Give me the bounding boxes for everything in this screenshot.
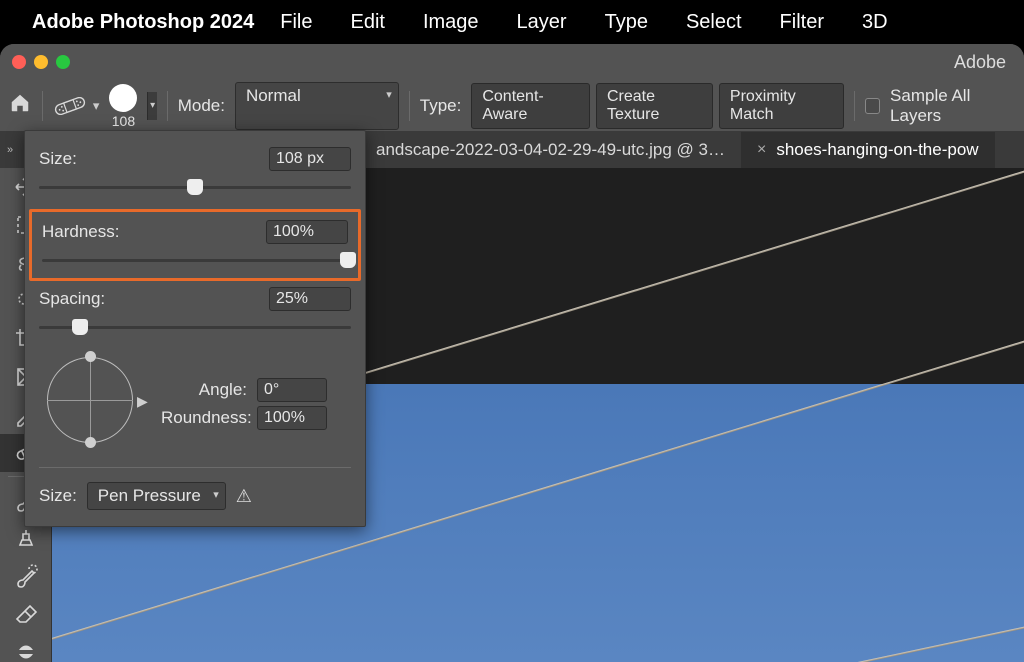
collapse-toolbox-icon[interactable]: » [0,132,20,168]
slider-thumb[interactable] [72,319,88,335]
type-segmented: Content-Aware Create Texture Proximity M… [471,83,844,129]
divider [854,91,855,121]
sample-all-layers-label: Sample All Layers [890,86,1016,126]
type-create-texture[interactable]: Create Texture [596,83,713,129]
menu-image[interactable]: Image [423,11,479,34]
brush-size-readout: 108 [112,114,135,128]
close-tab-icon[interactable]: × [757,141,766,159]
home-icon[interactable] [8,92,32,119]
chevron-down-icon: ▾ [93,98,100,114]
divider [167,91,168,121]
menu-select[interactable]: Select [686,11,742,34]
size-input[interactable] [269,147,351,171]
size-dynamics-label: Size: [39,486,77,506]
tab-label: shoes-hanging-on-the-pow [776,140,978,160]
sample-all-layers-checkbox[interactable] [865,98,880,114]
angle-arrow-icon: ▶ [137,393,148,410]
tab-label: andscape-2022-03-04-02-29-49-utc.jpg @ 3… [376,140,725,160]
menu-3d[interactable]: 3D [862,11,888,34]
angle-label: Angle: [161,380,247,400]
angle-input[interactable] [257,378,327,402]
brush-preview-icon [109,84,137,112]
hardness-label: Hardness: [42,222,119,242]
chevron-down-icon: ▾ [213,488,219,501]
zoom-window-button[interactable] [56,55,70,69]
close-window-button[interactable] [12,55,26,69]
spot-healing-brush-icon [53,96,87,116]
type-content-aware[interactable]: Content-Aware [471,83,590,129]
options-bar: ▾ 108 ▾ Mode: Normal ▾ xxxxxxxxx Type: C… [0,80,1024,132]
mode-value: Normal [246,86,301,105]
angle-handle[interactable] [85,351,96,362]
minimize-window-button[interactable] [34,55,48,69]
document-tab[interactable]: andscape-2022-03-04-02-29-49-utc.jpg @ 3… [360,132,741,168]
menu-edit[interactable]: Edit [350,11,384,34]
menu-file[interactable]: File [280,11,312,34]
hardness-input[interactable] [266,220,348,244]
window-controls [12,55,70,69]
menu-type[interactable]: Type [605,11,648,34]
warning-icon: ⚠︎ [236,486,252,507]
brush-angle-widget[interactable]: ▶ [39,349,149,459]
size-dynamics-value: Pen Pressure [98,486,201,505]
app-name[interactable]: Adobe Photoshop 2024 [32,11,254,34]
mode-label: Mode: [178,96,225,116]
hardness-highlight: Hardness: [29,209,361,281]
divider [42,91,43,121]
roundness-label: Roundness: [161,408,247,428]
brush-preset-picker[interactable]: 108 [109,84,137,128]
roundness-input[interactable] [257,406,327,430]
slider-thumb[interactable] [187,179,203,195]
current-tool-spot-healing[interactable]: ▾ [53,96,100,116]
type-label: Type: [420,96,462,116]
slider-thumb[interactable] [340,252,356,268]
spacing-input[interactable] [269,287,351,311]
tool-gradient[interactable] [0,633,51,662]
menu-filter[interactable]: Filter [780,11,824,34]
size-label: Size: [39,149,77,169]
spacing-slider[interactable] [39,319,351,335]
window-titlebar: Adobe [0,44,1024,80]
mac-menubar: Adobe Photoshop 2024 File Edit Image Lay… [0,0,1024,44]
divider [409,91,410,121]
tool-history-brush[interactable] [0,557,51,595]
window-title: Adobe [954,52,1006,73]
spacing-label: Spacing: [39,289,105,309]
hardness-slider[interactable] [42,252,348,268]
mode-select[interactable]: Normal ▾ xxxxxxxxx [235,82,399,130]
size-dynamics-select[interactable]: Pen Pressure ▾ [87,482,226,510]
chevron-down-icon: ▾ [386,88,392,101]
brush-preset-chevron-icon[interactable]: ▾ [147,92,156,120]
angle-handle[interactable] [85,437,96,448]
menu-layer[interactable]: Layer [517,11,567,34]
image-power-wire [472,578,1024,662]
tool-eraser[interactable] [0,595,51,633]
size-slider[interactable] [39,179,351,195]
brush-settings-popover: Size: Hardness: Spacing: ▶ Angle: [24,130,366,527]
type-proximity-match[interactable]: Proximity Match [719,83,844,129]
document-tab-active[interactable]: × shoes-hanging-on-the-pow [741,132,995,168]
